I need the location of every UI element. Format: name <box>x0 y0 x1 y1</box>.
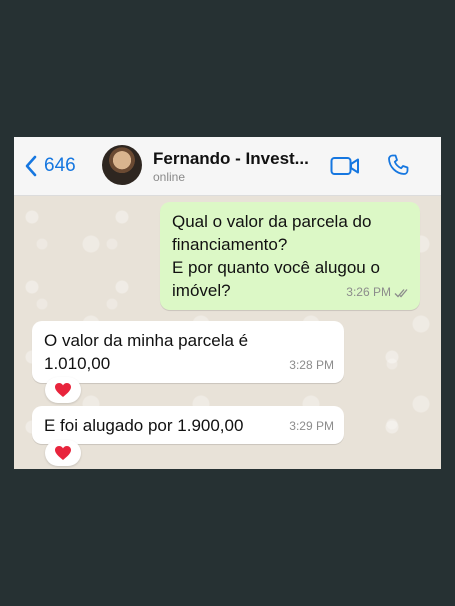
video-call-icon[interactable] <box>330 155 360 177</box>
message-incoming[interactable]: E foi alugado por 1.900,00 3:29 PM <box>32 406 344 444</box>
message-time: 3:29 PM <box>289 419 334 433</box>
chat-area[interactable]: Qual o valor da parcela do financiamento… <box>14 196 441 469</box>
message-time: 3:26 PM <box>346 285 391 299</box>
contact-status: online <box>153 170 186 184</box>
message-outgoing[interactable]: Qual o valor da parcela do financiamento… <box>160 202 420 310</box>
message-time: 3:28 PM <box>289 358 334 372</box>
message-meta: 3:26 PM <box>346 281 410 304</box>
double-check-icon <box>394 288 408 297</box>
contact-name[interactable]: Fernando - Invest... <box>153 149 309 169</box>
heart-reaction[interactable] <box>45 440 81 466</box>
heart-icon <box>55 446 71 460</box>
heart-icon <box>55 383 71 397</box>
phone-call-icon[interactable] <box>386 153 410 177</box>
message-incoming[interactable]: O valor da minha parcela é 1.010,00 3:28… <box>32 321 344 383</box>
avatar[interactable] <box>102 145 142 185</box>
message-text: O valor da minha parcela é 1.010,00 <box>44 331 249 373</box>
chevron-left-icon <box>25 155 37 177</box>
chat-header: 646 Fernando - Invest... online <box>14 137 441 196</box>
back-button[interactable]: 646 <box>24 153 76 179</box>
heart-reaction[interactable] <box>45 377 81 403</box>
unread-count: 646 <box>44 155 76 176</box>
whatsapp-screenshot: 646 Fernando - Invest... online Qual o v… <box>14 137 441 469</box>
